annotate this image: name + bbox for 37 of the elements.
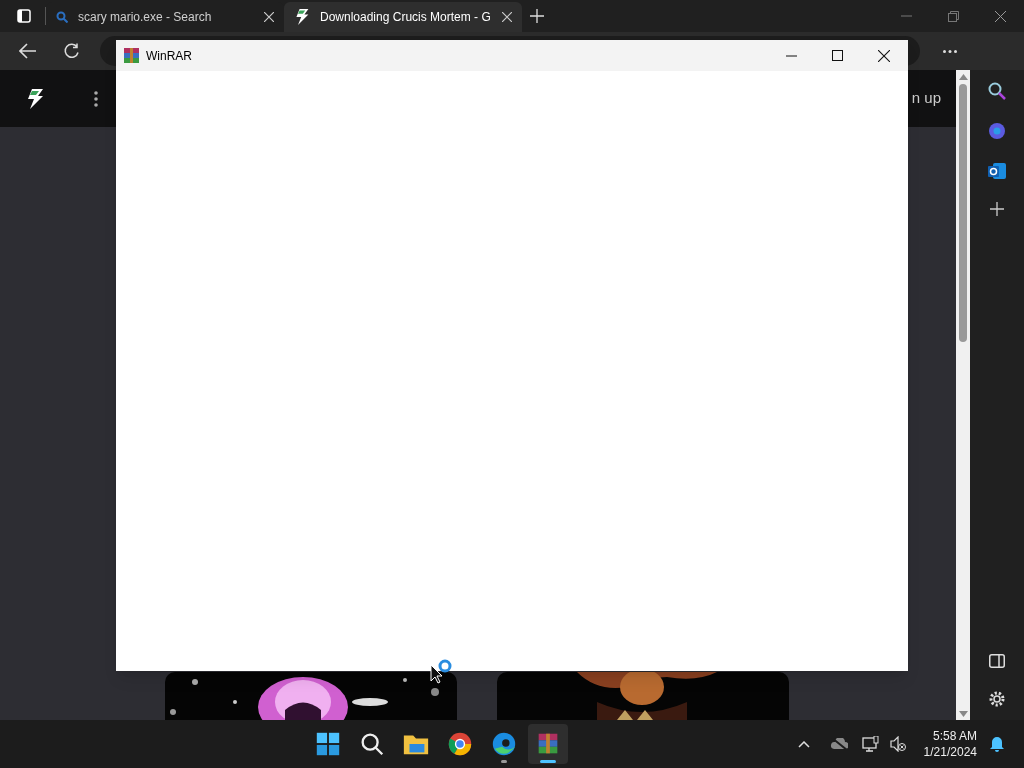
settings-icon[interactable] (988, 690, 1006, 708)
add-icon[interactable] (990, 202, 1004, 216)
window-title: WinRAR (146, 47, 192, 65)
browser-tab[interactable]: Downloading Crucis Mortem - G (284, 2, 522, 32)
chevron-up-icon[interactable] (797, 740, 810, 748)
winrar-icon (124, 48, 139, 63)
search-icon (56, 11, 68, 23)
scroll-down-icon[interactable] (958, 711, 968, 717)
outlook-icon[interactable] (988, 162, 1006, 180)
clock-date[interactable]: 1/21/2024 (923, 744, 977, 760)
more-icon[interactable] (943, 49, 957, 53)
back-icon[interactable] (19, 43, 37, 59)
kebab-menu-icon[interactable] (94, 90, 98, 107)
tab-title: scary mario.exe - Search (78, 9, 213, 26)
bolt-icon (294, 9, 310, 25)
search-icon[interactable] (988, 82, 1006, 100)
restore-icon[interactable] (948, 10, 959, 22)
copilot-icon[interactable] (988, 122, 1006, 140)
clock-time[interactable]: 5:58 AM (932, 728, 977, 744)
taskbar-button[interactable] (527, 724, 568, 764)
tab-actions-icon[interactable] (17, 9, 31, 23)
scroll-up-icon[interactable] (958, 74, 968, 80)
muted-speaker-icon[interactable] (889, 736, 906, 752)
scrollbar-thumb[interactable] (959, 84, 967, 342)
bolt-logo-icon[interactable] (26, 88, 44, 109)
refresh-icon[interactable] (63, 42, 80, 60)
minimize-icon[interactable] (786, 54, 797, 57)
notification-bell-icon[interactable] (989, 736, 1005, 752)
sign-up-link[interactable]: n up (911, 87, 941, 110)
close-icon[interactable] (995, 10, 1006, 22)
tab-title: Downloading Crucis Mortem - G (320, 9, 492, 26)
cloud-offline-icon[interactable] (829, 738, 848, 750)
close-icon[interactable] (878, 49, 890, 62)
maximize-icon[interactable] (832, 50, 843, 61)
network-icon[interactable] (861, 736, 880, 752)
sidebar-toggle-icon[interactable] (989, 654, 1005, 668)
new-tab-icon[interactable] (530, 9, 544, 23)
